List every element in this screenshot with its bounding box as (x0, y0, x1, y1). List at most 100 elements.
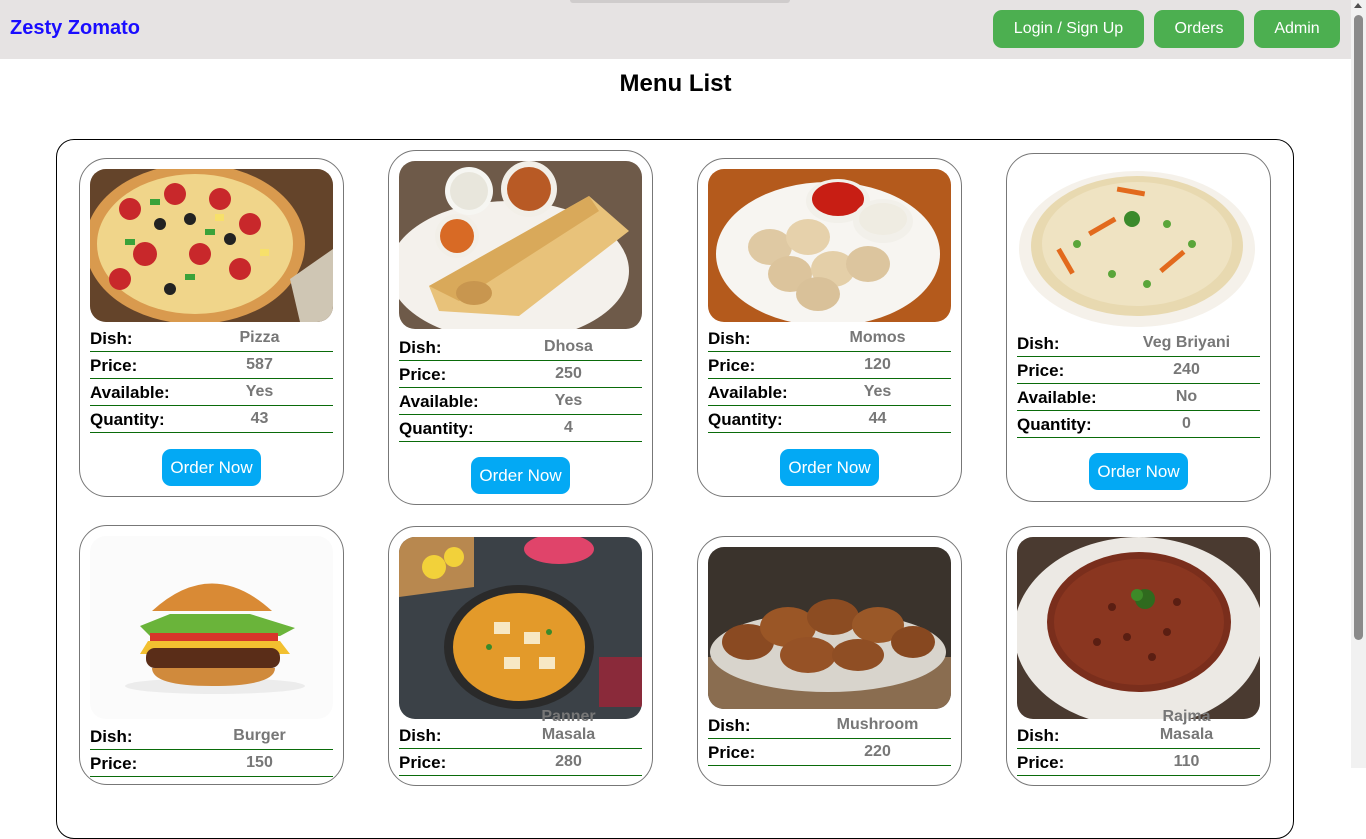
navbar: Zesty Zomato Login / Sign Up Orders Admi… (0, 0, 1351, 59)
quantity-label: Quantity: (90, 410, 165, 429)
price-row: Price: 220 (708, 739, 951, 766)
dish-name: Mushroom (836, 716, 919, 733)
price-row: Price: 110 (1017, 749, 1260, 776)
dish-row: Dish: Pizza (90, 325, 333, 352)
dish-row: Dish: Panner Masala (399, 708, 642, 749)
paneer-masala-image (399, 537, 642, 719)
dish-card: Dish: Panner Masala Price: 280 (388, 526, 653, 786)
available-row: Available: Yes (708, 379, 951, 406)
dish-row: Dish: Momos (708, 325, 951, 352)
scrollbar[interactable] (1351, 0, 1366, 768)
available-value: Yes (554, 392, 583, 409)
available-label: Available: (708, 383, 788, 402)
dish-card: Dish: Burger Price: 150 (79, 525, 344, 785)
available-row: Available: Yes (399, 388, 642, 415)
quantity-value: 4 (564, 419, 573, 436)
dish-card: Dish: Pizza Price: 587 Available: Yes Quant… (79, 158, 344, 497)
available-value: No (1175, 388, 1198, 405)
dish-label: Dish: (399, 338, 442, 357)
brand-logo[interactable]: Zesty Zomato (10, 17, 140, 40)
mushroom-image (708, 547, 951, 709)
dish-card: Dish: Mushroom Price: 220 (697, 536, 962, 786)
price-row: Price: 280 (399, 749, 642, 776)
price-row: Price: 250 (399, 361, 642, 388)
dish-label: Dish: (1017, 334, 1060, 353)
available-label: Available: (1017, 388, 1097, 407)
quantity-label: Quantity: (1017, 415, 1092, 434)
biryani-image (1017, 164, 1260, 327)
scrollbar-thumb[interactable] (1354, 15, 1363, 640)
quantity-value: 0 (1182, 415, 1191, 432)
price-value: 587 (246, 356, 273, 373)
price-label: Price: (90, 754, 138, 773)
available-value: Yes (245, 383, 274, 400)
dish-row: Dish: Veg Briyani (1017, 330, 1260, 357)
page-title: Menu List (619, 70, 732, 97)
dish-row: Dish: Mushroom (708, 712, 951, 739)
price-label: Price: (708, 356, 756, 375)
dish-row: Dish: Burger (90, 723, 333, 750)
price-value: 220 (864, 743, 891, 760)
dish-name: Pizza (239, 329, 280, 346)
dosa-image (399, 161, 642, 329)
burger-image (90, 536, 333, 719)
scroll-up-icon[interactable] (1354, 3, 1362, 8)
price-label: Price: (90, 356, 138, 375)
price-value: 110 (1173, 753, 1200, 770)
price-label: Price: (708, 743, 756, 762)
dish-label: Dish: (708, 329, 751, 348)
order-now-button[interactable]: Order Now (471, 457, 570, 494)
dish-name: Panner Masala (541, 708, 596, 743)
price-row: Price: 587 (90, 352, 333, 379)
price-value: 120 (864, 356, 891, 373)
dish-label: Dish: (399, 726, 442, 745)
dish-card: Dish: Rajma Masala Price: 110 (1006, 526, 1271, 786)
momos-image (708, 169, 951, 322)
order-now-button[interactable]: Order Now (162, 449, 261, 486)
dish-name: Momos (849, 329, 906, 346)
order-now-button[interactable]: Order Now (780, 449, 879, 486)
login-signup-button[interactable]: Login / Sign Up (993, 10, 1144, 48)
dish-card: Dish: Dhosa Price: 250 Available: Yes Quant… (388, 150, 653, 505)
rajma-masala-image (1017, 537, 1260, 719)
dish-row: Dish: Rajma Masala (1017, 708, 1260, 749)
quantity-row: Quantity: 0 (1017, 411, 1260, 438)
quantity-value: 43 (250, 410, 269, 427)
order-now-button[interactable]: Order Now (1089, 453, 1188, 490)
price-row: Price: 150 (90, 750, 333, 777)
dish-row: Dish: Dhosa (399, 334, 642, 361)
price-value: 150 (246, 754, 273, 771)
available-row: Available: Yes (90, 379, 333, 406)
dish-label: Dish: (708, 716, 751, 735)
available-row: Available: No (1017, 384, 1260, 411)
available-label: Available: (90, 383, 170, 402)
dish-card: Dish: Momos Price: 120 Available: Yes Quant… (697, 158, 962, 497)
pizza-image (90, 169, 333, 322)
price-label: Price: (399, 365, 447, 384)
dish-name: Burger (233, 727, 286, 744)
available-value: Yes (863, 383, 892, 400)
quantity-row: Quantity: 44 (708, 406, 951, 433)
quantity-row: Quantity: 4 (399, 415, 642, 442)
quantity-value: 44 (868, 410, 887, 427)
admin-button[interactable]: Admin (1254, 10, 1340, 48)
quantity-label: Quantity: (708, 410, 783, 429)
price-value: 240 (1173, 361, 1200, 378)
orders-button[interactable]: Orders (1154, 10, 1244, 48)
dish-name: Dhosa (544, 338, 593, 355)
price-value: 280 (555, 753, 582, 770)
dish-label: Dish: (90, 727, 133, 746)
dish-label: Dish: (1017, 726, 1060, 745)
available-label: Available: (399, 392, 479, 411)
price-label: Price: (399, 753, 447, 772)
dish-label: Dish: (90, 329, 133, 348)
dish-card: Dish: Veg Briyani Price: 240 Available: No … (1006, 153, 1271, 502)
price-row: Price: 120 (708, 352, 951, 379)
price-row: Price: 240 (1017, 357, 1260, 384)
dish-name: Veg Briyani (1142, 334, 1231, 351)
price-label: Price: (1017, 361, 1065, 380)
price-value: 250 (555, 365, 582, 382)
quantity-row: Quantity: 43 (90, 406, 333, 433)
quantity-label: Quantity: (399, 419, 474, 438)
navbar-shadow (570, 0, 790, 3)
